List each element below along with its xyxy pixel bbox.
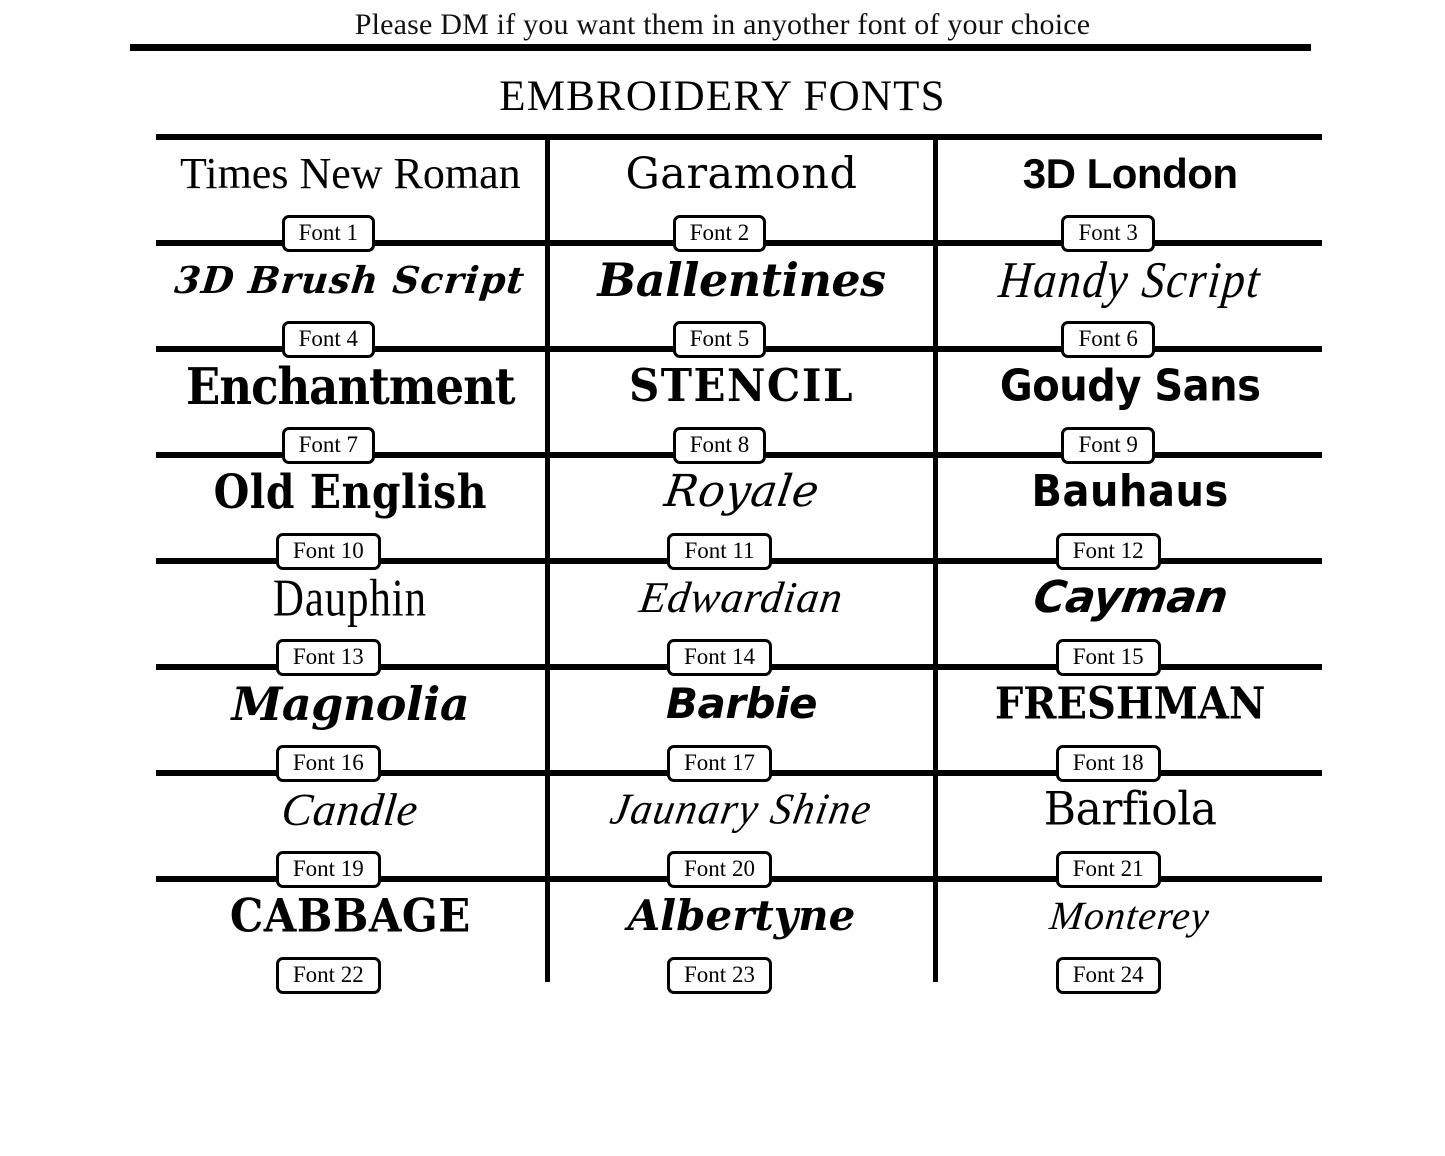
font-sample-preview: STENCIL: [550, 352, 934, 420]
font-sample-preview: CABBAGE: [156, 882, 545, 950]
font-sample-preview: Candle: [156, 776, 545, 844]
font-sample-text: Barfiola: [1043, 782, 1217, 837]
font-sample-cell[interactable]: Bauhaus Font 12: [933, 458, 1322, 570]
font-number-badge[interactable]: Font 22: [275, 957, 381, 994]
font-sample-text: Albertyne: [627, 891, 856, 940]
font-sample-cell[interactable]: Magnolia Font 16: [156, 670, 545, 782]
font-sample-cell[interactable]: Old English Font 10: [156, 458, 545, 570]
font-sample-preview: Edwardian: [550, 564, 934, 632]
font-sample-cell[interactable]: Albertyne Font 23: [544, 882, 934, 994]
font-sample-cell[interactable]: 3D Brush Script Font 4: [156, 246, 545, 358]
font-sample-cell[interactable]: Garamond Font 2: [544, 140, 934, 252]
font-sample-text: Monterey: [1047, 893, 1213, 938]
font-sample-text: Goudy Sans: [999, 360, 1261, 412]
font-sample-preview: Times New Roman: [156, 140, 545, 208]
font-sample-preview: Royale: [550, 458, 934, 526]
font-sample-cell[interactable]: Edwardian Font 14: [544, 564, 934, 676]
font-sample-cell[interactable]: 3D London Font 3: [933, 140, 1322, 252]
table-row: Dauphin Font 13 Edwardian Font 14 Cayman Font…: [156, 564, 1322, 676]
font-sample-text: Royale: [661, 466, 823, 517]
font-sample-text: FRESHMAN: [994, 677, 1266, 730]
font-sample-cell[interactable]: FRESHMAN Font 18: [933, 670, 1322, 782]
table-row: CABBAGE Font 22 Albertyne Font 23 Monterey Fo…: [156, 882, 1322, 994]
font-samples-table: Times New Roman Font 1 Garamond Font 2 3D Lo…: [156, 134, 1322, 994]
font-sample-preview: Monterey: [938, 882, 1322, 950]
table-row: Enchantment Font 7 STENCIL Font 8 Goudy Sans…: [156, 352, 1322, 464]
font-sample-text: Candle: [279, 784, 421, 835]
font-sample-cell[interactable]: Barfiola Font 21: [933, 776, 1322, 888]
table-row: Times New Roman Font 1 Garamond Font 2 3D Lo…: [156, 140, 1322, 252]
font-sample-cell[interactable]: Handy Script Font 6: [933, 246, 1322, 358]
font-sample-text: Times New Roman: [180, 149, 521, 198]
font-sample-preview: Barfiola: [938, 776, 1322, 844]
font-sample-preview: 3D London: [938, 140, 1322, 208]
font-sample-cell[interactable]: Enchantment Font 7: [156, 352, 545, 464]
font-sample-text: CABBAGE: [229, 888, 471, 943]
header-divider-rule: [130, 44, 1311, 51]
font-sample-text: Barbie: [665, 679, 818, 728]
font-badge-container: Font 22: [156, 957, 545, 994]
font-sample-preview: Enchantment: [156, 352, 545, 420]
page-title: EMBROIDERY FONTS: [499, 73, 946, 120]
font-sample-text: Magnolia: [231, 677, 470, 731]
font-sample-preview: Barbie: [550, 670, 934, 738]
dm-note: Please DM if you want them in anyother f…: [354, 8, 1091, 41]
font-sample-cell[interactable]: Goudy Sans Font 9: [933, 352, 1322, 464]
font-sample-preview: FRESHMAN: [938, 670, 1322, 738]
font-sample-cell[interactable]: Candle Font 19: [156, 776, 545, 888]
font-sample-preview: 3D Brush Script: [156, 246, 545, 314]
font-sample-preview: Cayman: [938, 564, 1322, 632]
font-catalog-page: Please DM if you want them in anyother f…: [0, 0, 1445, 1156]
table-row: Candle Font 19 Jaunary Shine Font 20 Barfiol…: [156, 776, 1322, 888]
font-sample-preview: Ballentines: [550, 246, 934, 314]
font-sample-text: 3D London: [1022, 150, 1238, 197]
font-sample-preview: Garamond: [550, 140, 934, 208]
font-sample-text: Ballentines: [597, 253, 886, 307]
font-sample-preview: Jaunary Shine: [550, 776, 934, 844]
font-number-badge[interactable]: Font 24: [1055, 957, 1161, 994]
font-sample-cell[interactable]: STENCIL Font 8: [544, 352, 934, 464]
font-sample-cell[interactable]: Dauphin Font 13: [156, 564, 545, 676]
font-number-badge[interactable]: Font 23: [667, 957, 772, 994]
font-sample-cell[interactable]: Monterey Font 24: [933, 882, 1322, 994]
font-badge-container: Font 24: [938, 957, 1322, 994]
font-sample-preview: Old English: [156, 458, 545, 526]
font-sample-cell[interactable]: CABBAGE Font 22: [156, 882, 545, 994]
font-sample-cell[interactable]: Ballentines Font 5: [544, 246, 934, 358]
font-sample-text: Cayman: [1030, 572, 1231, 623]
font-sample-preview: Handy Script: [938, 246, 1322, 314]
font-sample-preview: Magnolia: [156, 670, 545, 738]
font-badge-container: Font 23: [550, 957, 934, 994]
table-row: 3D Brush Script Font 4 Ballentines Font 5 Ha…: [156, 246, 1322, 358]
table-row: Old English Font 10 Royale Font 11 Bauhaus Fo…: [156, 458, 1322, 570]
font-sample-text: STENCIL: [628, 359, 855, 412]
font-sample-text: Old English: [213, 463, 488, 520]
font-sample-cell[interactable]: Cayman Font 15: [933, 564, 1322, 676]
font-sample-text: Handy Script: [996, 250, 1264, 308]
font-sample-text: Jaunary Shine: [606, 785, 877, 835]
font-sample-cell[interactable]: Barbie Font 17: [544, 670, 934, 782]
font-sample-text: Edwardian: [636, 573, 847, 622]
font-sample-text: Garamond: [625, 148, 858, 199]
font-sample-text: Dauphin: [273, 567, 428, 627]
font-sample-text: 3D Brush Script: [173, 257, 528, 302]
font-sample-preview: Dauphin: [156, 564, 545, 632]
font-sample-text: Enchantment: [186, 356, 516, 416]
table-row: Magnolia Font 16 Barbie Font 17 FRESHMAN Font…: [156, 670, 1322, 782]
font-sample-cell[interactable]: Royale Font 11: [544, 458, 934, 570]
font-sample-cell[interactable]: Times New Roman Font 1: [156, 140, 545, 252]
font-sample-cell[interactable]: Jaunary Shine Font 20: [544, 776, 934, 888]
font-sample-preview: Goudy Sans: [938, 352, 1322, 420]
font-sample-preview: Bauhaus: [938, 458, 1322, 526]
font-sample-preview: Albertyne: [550, 882, 934, 950]
font-sample-text: Bauhaus: [1031, 467, 1229, 517]
